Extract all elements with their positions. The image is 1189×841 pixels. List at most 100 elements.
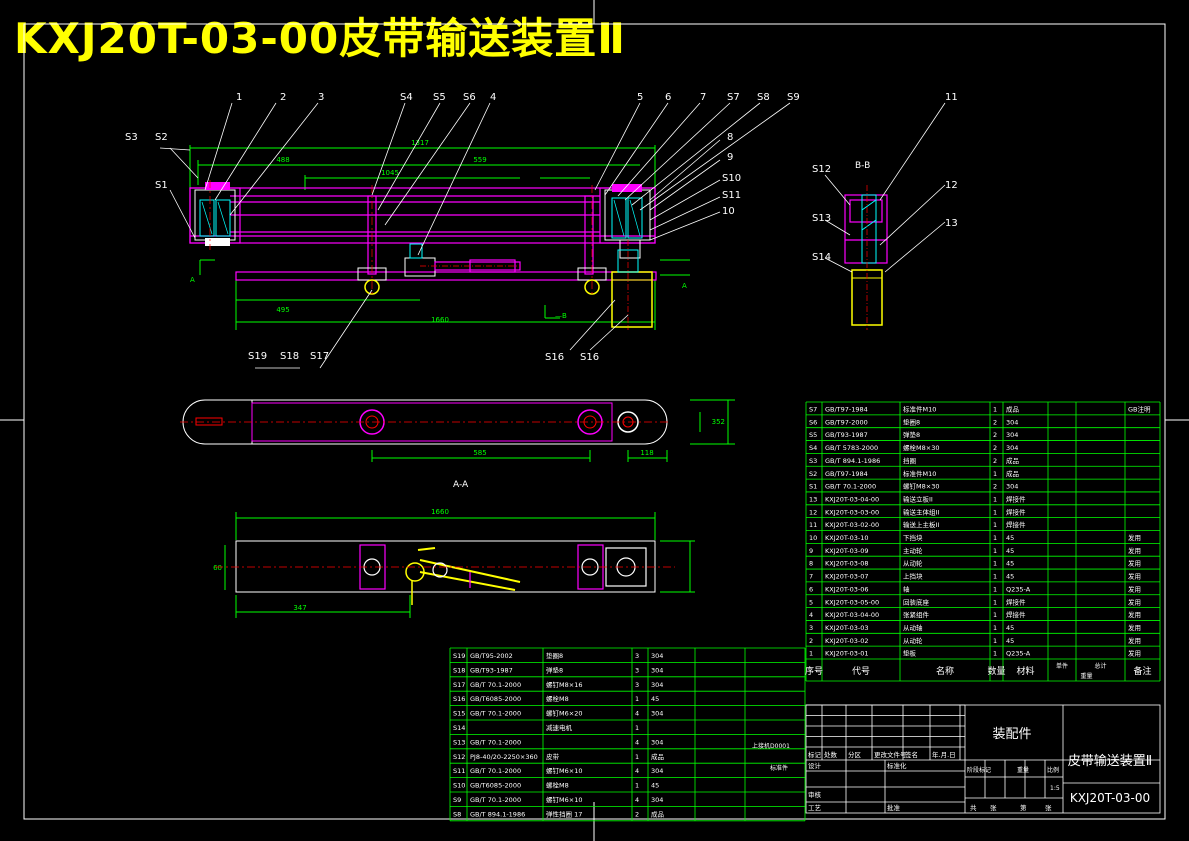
bom-upper-cell: 5: [809, 598, 813, 606]
top-view: 585 118 352: [180, 399, 735, 462]
bom-lower-cell: 4: [635, 767, 639, 775]
balloon-8: 8: [727, 132, 733, 143]
view-aa-dimensions: [224, 512, 695, 618]
balloon-s5: S5: [433, 92, 446, 103]
bom-upper-cell: 螺钉M8×30: [903, 482, 939, 491]
bom-upper-cell: Q235-A: [1006, 650, 1031, 658]
signature-header: 年.月.日: [932, 750, 956, 759]
balloon-s8: S8: [757, 92, 770, 103]
bom-upper-cell: 10: [809, 534, 817, 542]
bom-upper-cell: GB/T97-1984: [825, 470, 868, 478]
stage-mark: 阶段标记: [967, 766, 991, 774]
role-design: 设计: [808, 761, 822, 770]
bom-upper-cell: 9: [809, 547, 813, 555]
bom-lower-cell: 3: [635, 681, 639, 689]
bom-upper-cell: 2: [993, 431, 997, 439]
bom-upper-cell: 1: [993, 624, 997, 632]
balloon-s1: S1: [155, 180, 168, 191]
bom-lower-cell: 45: [651, 782, 659, 790]
bom-upper-cell: S2: [809, 470, 817, 478]
bom-upper-cell: 焊接件: [1006, 597, 1026, 606]
bom-upper-cell: 3: [809, 624, 813, 632]
bom-table-lower: S19 GB/T95-2002 垫圈8 3 304 S18 GB/T93-1987 弹垫8 3 3…: [449, 647, 806, 822]
role-review: 审核: [808, 790, 822, 799]
bom-lower-cell: 304: [651, 710, 663, 718]
bom-upper-cell: 1: [993, 637, 997, 645]
bom-lower-cell: S15: [453, 710, 465, 718]
bom-lower-cell: 304: [651, 681, 663, 689]
bom-lower-cell: 1: [635, 753, 639, 761]
bom-upper-cell: KXJ20T-03-04-00: [825, 611, 879, 619]
bom-upper-cell: 1: [993, 406, 997, 414]
top-view-dimensions: [371, 399, 735, 462]
bom-lower-cell: 垫圈8: [546, 651, 563, 660]
bom-upper-cell: 45: [1006, 573, 1014, 581]
bom-upper-cell: 输送主体组II: [903, 507, 939, 516]
bom-upper-cell: 1: [993, 611, 997, 619]
bom-upper-cell: 发用: [1128, 584, 1141, 593]
bom-upper-cell: S6: [809, 418, 817, 426]
bom-upper-cell: 输送立板II: [903, 494, 933, 503]
bom-lower-cell: S9: [453, 796, 461, 804]
section-mark-a-left: A: [190, 276, 195, 284]
bom-lower-cell: 3: [635, 652, 639, 660]
bom-upper-header: 备注: [1133, 665, 1151, 677]
bom-lower-cell: 弹性挡圈 17: [546, 809, 582, 818]
signature-header: 处数: [824, 750, 838, 759]
balloon-s17: S17: [310, 351, 329, 362]
section-bb-label: B-B: [855, 161, 870, 171]
bom-lower-cell: 1: [635, 724, 639, 732]
bom-lower-cell: 304: [651, 767, 663, 775]
section-bb-balloons: S12 S13 S14 11 12 13: [812, 92, 958, 263]
bom-upper-cell: 45: [1006, 534, 1014, 542]
bom-upper-cell: 回装底座: [903, 597, 930, 606]
right-pulley: [604, 184, 651, 259]
balloon-5: 5: [637, 92, 643, 103]
signature-header: 更改文件号: [874, 750, 907, 759]
balloon-s7: S7: [727, 92, 740, 103]
bom-lower-cell: 弹垫8: [546, 665, 563, 674]
bom-lower-cell: 4: [635, 796, 639, 804]
bom-upper-cell: GB/T97-1984: [825, 406, 868, 414]
bom-upper-cell: 1: [993, 547, 997, 555]
balloon-s13: S13: [812, 213, 831, 224]
bom-upper-cell: S3: [809, 457, 817, 465]
bom-lower-cell: S8: [453, 810, 461, 818]
bom-lower-cell: 1: [635, 695, 639, 703]
view-aa-label: A-A: [453, 480, 469, 490]
balloon-s19: S19: [248, 351, 267, 362]
bom-upper-cell: 成品: [1006, 469, 1019, 478]
balloon-9: 9: [727, 152, 733, 163]
bom-upper-header: 代号: [852, 666, 870, 677]
dim-1660: 1660: [431, 316, 449, 324]
balloon-10: 10: [722, 206, 735, 217]
tension-cylinder: [404, 243, 521, 277]
sheet-label: 共: [970, 803, 977, 812]
dim-aa-347: 347: [293, 604, 306, 612]
balloon-11: 11: [945, 92, 958, 103]
bom-table-upper: S7 GB/T97-1984 标准件M10 1 成品 GB注明 S6 GB/T97-2000 垫…: [805, 401, 1161, 682]
bom-upper-cell: 1: [993, 598, 997, 606]
bom-upper-cell: 2: [993, 457, 997, 465]
bom-lower-cell: 螺栓M8: [546, 781, 569, 790]
balloon-3: 3: [318, 92, 324, 103]
bom-lower-cell: 45: [651, 695, 659, 703]
bom-upper-cell: 输送上主板II: [903, 520, 939, 529]
bom-upper-cell: KXJ20T-03-02-00: [825, 521, 879, 529]
bom-upper-cell: 焊接件: [1006, 507, 1026, 516]
balloon-s16a: S16: [545, 352, 564, 363]
bom-upper-header: 序号: [805, 665, 823, 677]
sheet-label: 第: [1020, 803, 1027, 812]
bom-upper-cell: 发用: [1128, 636, 1141, 645]
bom-lower-cell: S19: [453, 652, 465, 660]
role-approve: 批准: [887, 803, 901, 812]
bom-upper-cell: 标准件M10: [903, 405, 936, 414]
bom-upper-cell: 发用: [1128, 649, 1141, 658]
bom-upper-cell: 螺栓M8×30: [903, 443, 939, 452]
front-view: 1317 488 1045 559 495 1660 A A —B 1 2 3 …: [125, 92, 800, 369]
balloon-s14: S14: [812, 252, 831, 263]
dim-352: 352: [712, 418, 725, 426]
bom-upper-cell: KXJ20T-03-04-00: [825, 495, 879, 503]
bom-upper-cell: 6: [809, 585, 813, 593]
bom-upper-cell: KXJ20T-03-08: [825, 560, 869, 568]
